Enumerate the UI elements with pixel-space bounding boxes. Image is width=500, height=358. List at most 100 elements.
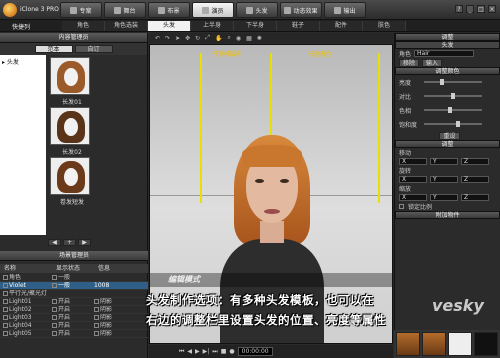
scale-icon[interactable]: ⤢ [205,34,210,42]
move-icon[interactable]: ✥ [185,35,190,42]
tab-hair[interactable]: 头发 [236,2,278,18]
maximize-icon[interactable]: □ [477,5,485,13]
subtab-accessories[interactable]: 配件 [320,21,363,31]
move-z-field[interactable]: Z [461,158,489,165]
scale-x-field[interactable]: X [399,194,427,201]
status-checkbox[interactable] [52,331,57,336]
add-icon[interactable]: + [63,239,76,246]
thumbnail-long-hair-02[interactable] [50,107,90,145]
brightness-slider[interactable] [424,79,482,85]
table-row[interactable]: Light02 开启 阴影 [0,306,148,314]
rotate-x-field[interactable]: X [399,176,427,183]
table-row[interactable]: Light04 开启 阴影 [0,322,148,330]
subtab-lower-body[interactable]: 下半身 [234,21,277,31]
visibility-checkbox[interactable] [3,315,8,320]
move-y-field[interactable]: Y [430,158,458,165]
slider-handle[interactable] [456,121,461,127]
camera-icon[interactable]: ◉ [236,35,241,42]
table-row[interactable]: 平行光/聚光灯 [0,290,148,298]
saturation-slider[interactable] [424,121,482,127]
stop-icon[interactable]: ■ [221,348,227,355]
shadow-checkbox[interactable] [94,323,99,328]
remove-button[interactable]: 移除 [399,58,420,67]
status-checkbox[interactable] [52,299,57,304]
material-thumbnail[interactable] [396,332,420,356]
material-thumbnail[interactable] [422,332,446,356]
visibility-checkbox[interactable] [3,323,8,328]
grid-icon[interactable]: ▦ [246,35,252,42]
status-checkbox[interactable] [52,323,57,328]
scale-z-field[interactable]: Z [461,194,489,201]
material-thumbnail[interactable] [474,332,498,356]
visibility-checkbox[interactable] [3,283,8,288]
rotate-icon[interactable]: ↻ [195,35,200,42]
tree-item-hair[interactable]: 头发 [7,59,19,66]
status-checkbox[interactable] [52,275,57,280]
visibility-checkbox[interactable] [3,299,8,304]
mode-dropdown[interactable]: 快捷列 [12,22,30,31]
subtab-shoes[interactable]: 鞋子 [277,21,320,31]
shadow-checkbox[interactable] [94,315,99,320]
redo-icon[interactable]: ↷ [165,35,170,42]
table-row[interactable]: Violet 一般 1008 [0,282,148,290]
status-checkbox[interactable] [52,283,57,288]
subtab-hair[interactable]: 头发 [148,21,191,31]
table-row[interactable]: 角色 一般 [0,274,148,282]
tab-export[interactable]: 输出 [324,2,366,18]
table-row[interactable]: Light03 开启 阴影 [0,314,148,322]
thumbnail-curly-short[interactable] [50,157,90,195]
hue-slider[interactable] [424,107,482,113]
shadow-checkbox[interactable] [94,307,99,312]
material-thumbnail[interactable] [448,332,472,356]
select-icon[interactable]: ➤ [175,35,180,42]
slider-handle[interactable] [448,107,453,113]
rotate-z-field[interactable]: Z [461,176,489,183]
status-checkbox[interactable] [52,307,57,312]
table-row[interactable]: Light01 开启 阴影 [0,298,148,306]
minimize-icon[interactable]: _ [466,5,474,13]
light-icon[interactable]: ✺ [257,35,262,42]
shadow-checkbox[interactable] [94,331,99,336]
subtab-character[interactable]: 角色 [62,21,105,31]
tab-set[interactable]: 布景 [148,2,190,18]
reset-button[interactable]: 重设 [439,131,460,140]
visibility-checkbox[interactable] [3,331,8,336]
thumbnail-long-hair-01[interactable] [50,57,90,95]
pan-icon[interactable]: ✋ [215,35,222,42]
undo-icon[interactable]: ↶ [155,35,160,42]
zoom-icon[interactable]: ⌕ [227,34,230,42]
tab-stage[interactable]: 舞台 [104,2,146,18]
role-field[interactable]: Hair [414,50,475,57]
subtab-upper-body[interactable]: 上半身 [191,21,234,31]
next-frame-icon[interactable]: ▶| [203,348,210,355]
visibility-checkbox[interactable] [3,307,8,312]
go-end-icon[interactable]: ⏭ [212,348,217,356]
table-row[interactable]: Light05 开启 阴影 [0,330,148,338]
contrast-slider[interactable] [424,93,482,99]
help-icon[interactable]: ? [455,5,463,13]
tab-project[interactable]: 专案 [60,2,102,18]
rotate-y-field[interactable]: Y [430,176,458,183]
close-icon[interactable]: × [488,5,496,13]
shadow-checkbox[interactable] [94,299,99,304]
arrow-left-icon[interactable]: ◀ [48,239,61,246]
scale-y-field[interactable]: Y [430,194,458,201]
visibility-checkbox[interactable] [3,275,8,280]
play-icon[interactable]: ▶ [195,348,200,355]
prev-frame-icon[interactable]: ◀ [187,348,192,355]
move-x-field[interactable]: X [399,158,427,165]
record-icon[interactable]: ● [229,348,234,355]
visibility-checkbox[interactable] [3,291,8,296]
tab-actor[interactable]: 演员 [192,2,234,18]
slider-handle[interactable] [451,93,455,99]
tab-custom[interactable]: 自订 [74,45,113,53]
go-start-icon[interactable]: ⏮ [179,348,184,356]
subtab-character-outfit[interactable]: 角色选装 [105,21,148,31]
arrow-right-icon[interactable]: ▶ [78,239,91,246]
tab-template[interactable]: 范本 [34,45,73,53]
tab-motion[interactable]: 动态效果 [280,2,322,18]
status-checkbox[interactable] [52,315,57,320]
import-button[interactable]: 输入 [422,58,443,67]
slider-handle[interactable] [440,79,445,85]
lock-ratio-checkbox[interactable] [399,204,404,209]
